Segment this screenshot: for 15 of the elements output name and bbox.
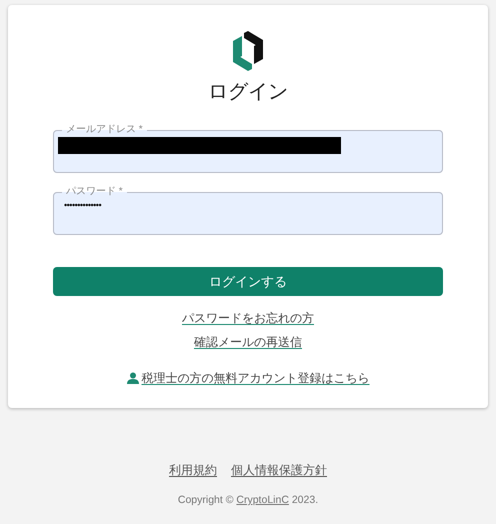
text-link[interactable]: 税理士の方の無料アカウント登録はこちら: [126, 370, 370, 386]
text-link[interactable]: 確認メールの再送信: [194, 334, 302, 350]
email-field[interactable]: メールアドレス *: [53, 123, 443, 173]
text-link[interactable]: パスワードをお忘れの方: [182, 310, 314, 326]
password-field[interactable]: パスワード * ••••••••••••••: [53, 185, 443, 235]
footer-link[interactable]: 利用規約: [169, 461, 217, 479]
footer-link[interactable]: 個人情報保護方針: [231, 461, 327, 479]
field-label: パスワード *: [65, 185, 124, 199]
field-label: メールアドレス *: [65, 123, 144, 137]
page-title: ログイン: [208, 80, 288, 105]
copyright-text: Copyright © CryptoLinC 2023.: [178, 493, 318, 508]
person-icon: [126, 372, 138, 384]
company-link[interactable]: CryptoLinC: [236, 494, 289, 506]
field-value: ••••••••••••••: [64, 199, 102, 212]
login-button[interactable]: ログインする: [53, 267, 443, 296]
